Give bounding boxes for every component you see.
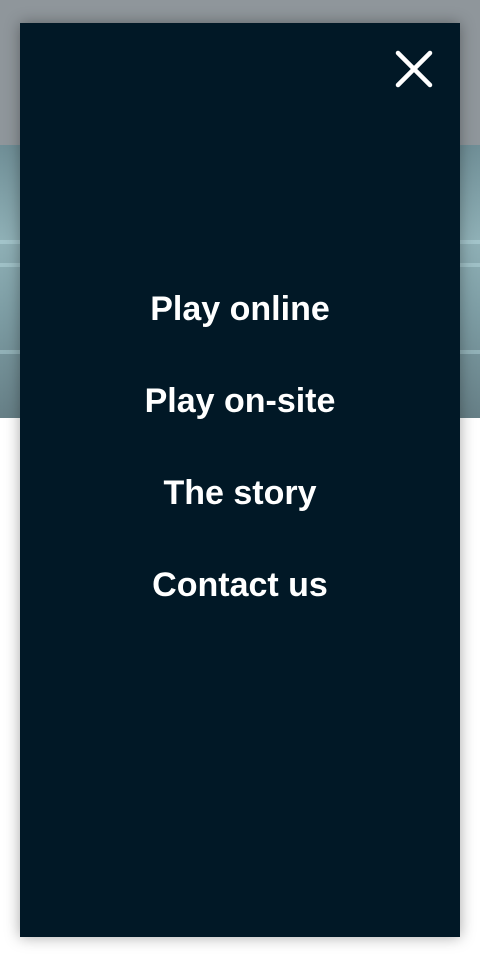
- menu-item: The story: [20, 469, 460, 561]
- menu-item: Play on-site: [20, 377, 460, 469]
- menu-link-contact-us[interactable]: Contact us: [152, 561, 328, 609]
- menu-list: Play online Play on-site The story Conta…: [20, 285, 460, 653]
- menu-item: Contact us: [20, 561, 460, 653]
- menu-link-play-online[interactable]: Play online: [150, 285, 330, 333]
- menu-item: Play online: [20, 285, 460, 377]
- menu-link-the-story[interactable]: The story: [163, 469, 316, 517]
- page: Play online Play on-site The story Conta…: [0, 0, 480, 961]
- menu-link-play-on-site[interactable]: Play on-site: [145, 377, 336, 425]
- close-icon: [395, 50, 433, 88]
- close-menu-button[interactable]: [392, 47, 436, 91]
- mobile-menu-panel: Play online Play on-site The story Conta…: [20, 23, 460, 937]
